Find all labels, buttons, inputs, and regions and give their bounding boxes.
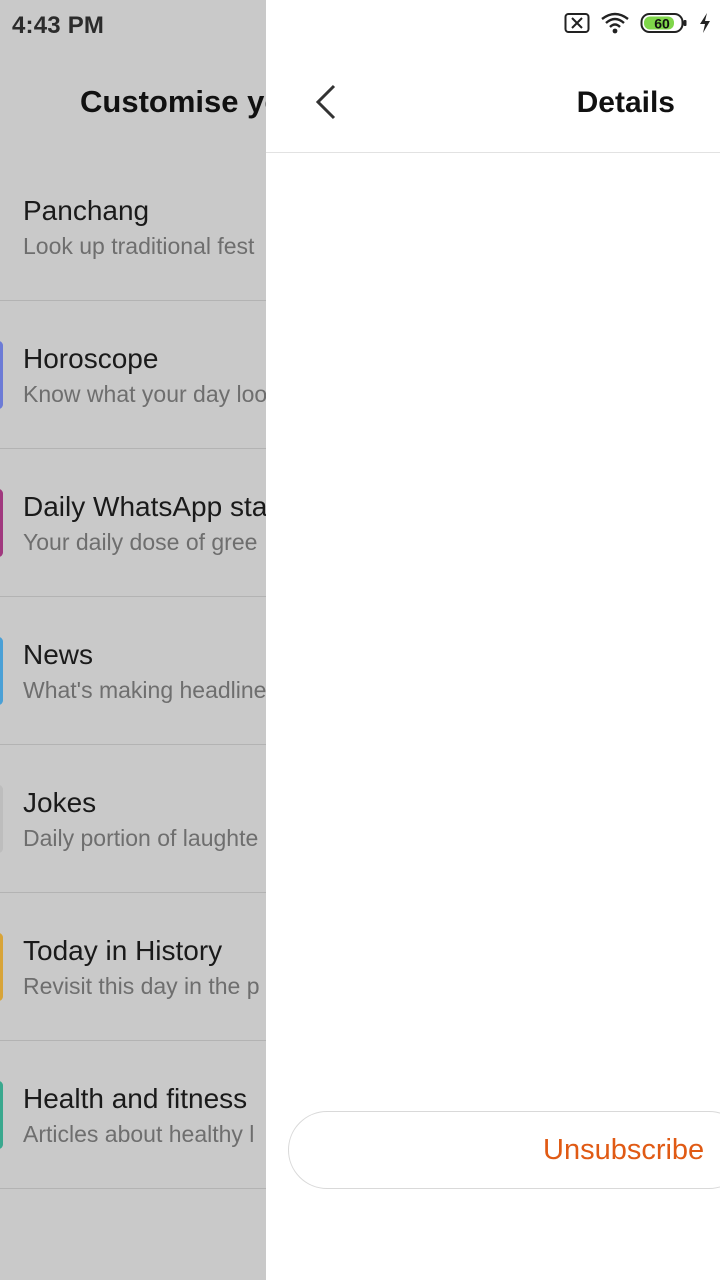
details-panel: 60 Details Unsubscribe bbox=[266, 0, 720, 1280]
status-time: 4:43 PM bbox=[12, 12, 105, 39]
list-item-today-in-history[interactable]: Today in History Revisit this day in the… bbox=[0, 893, 266, 1041]
list-item-jokes[interactable]: Jokes Daily portion of laughte bbox=[0, 745, 266, 893]
list-item-title: Daily WhatsApp stat bbox=[23, 491, 266, 522]
list-item-title: Health and fitness bbox=[23, 1083, 248, 1114]
list-item-news[interactable]: News What's making headline bbox=[0, 597, 266, 745]
page-title: Customise yo bbox=[80, 84, 266, 119]
sim-off-icon bbox=[564, 12, 590, 39]
item-accent bbox=[0, 637, 3, 705]
item-accent bbox=[0, 785, 3, 853]
subscription-list: Panchang Look up traditional fest Horosc… bbox=[0, 153, 266, 1189]
details-title: Details bbox=[576, 86, 675, 119]
list-item-subtitle: Look up traditional fest bbox=[23, 233, 255, 259]
list-item-subtitle: Articles about healthy l bbox=[23, 1121, 255, 1147]
unsubscribe-button[interactable]: Unsubscribe bbox=[288, 1111, 720, 1189]
details-header: Details bbox=[266, 50, 720, 153]
battery-icon: 60 bbox=[640, 12, 688, 39]
list-item-subtitle: Your daily dose of gree bbox=[23, 529, 258, 555]
battery-level: 60 bbox=[654, 15, 670, 31]
list-item-title: News bbox=[23, 639, 94, 670]
item-accent bbox=[0, 1081, 3, 1149]
list-item-title: Horoscope bbox=[23, 343, 159, 374]
list-item-subtitle: What's making headline bbox=[23, 677, 266, 703]
back-button[interactable] bbox=[306, 80, 346, 124]
list-item-subtitle: Daily portion of laughte bbox=[23, 825, 259, 851]
item-accent bbox=[0, 489, 3, 557]
list-item-health-fitness[interactable]: Health and fitness Articles about health… bbox=[0, 1041, 266, 1189]
list-item-title: Today in History bbox=[23, 935, 223, 966]
list-item-title: Jokes bbox=[23, 787, 97, 818]
background-screen: 4:43 PM Customise yo Panchang Look up tr… bbox=[0, 0, 266, 1280]
item-accent bbox=[0, 933, 3, 1001]
unsubscribe-label: Unsubscribe bbox=[543, 1134, 705, 1166]
back-arrow-icon bbox=[315, 84, 336, 120]
list-item-title: Panchang bbox=[23, 195, 150, 226]
list-item-whatsapp-status[interactable]: Daily WhatsApp stat Your daily dose of g… bbox=[0, 449, 266, 597]
item-accent bbox=[0, 193, 3, 261]
list-item-panchang[interactable]: Panchang Look up traditional fest bbox=[0, 153, 266, 301]
wifi-icon bbox=[600, 11, 630, 40]
list-item-subtitle: Revisit this day in the p bbox=[23, 973, 260, 999]
list-item-subtitle: Know what your day loo bbox=[23, 381, 266, 407]
status-icons: 60 bbox=[564, 12, 712, 38]
item-accent bbox=[0, 341, 3, 409]
charging-icon bbox=[698, 12, 712, 39]
list-item-horoscope[interactable]: Horoscope Know what your day loo bbox=[0, 301, 266, 449]
